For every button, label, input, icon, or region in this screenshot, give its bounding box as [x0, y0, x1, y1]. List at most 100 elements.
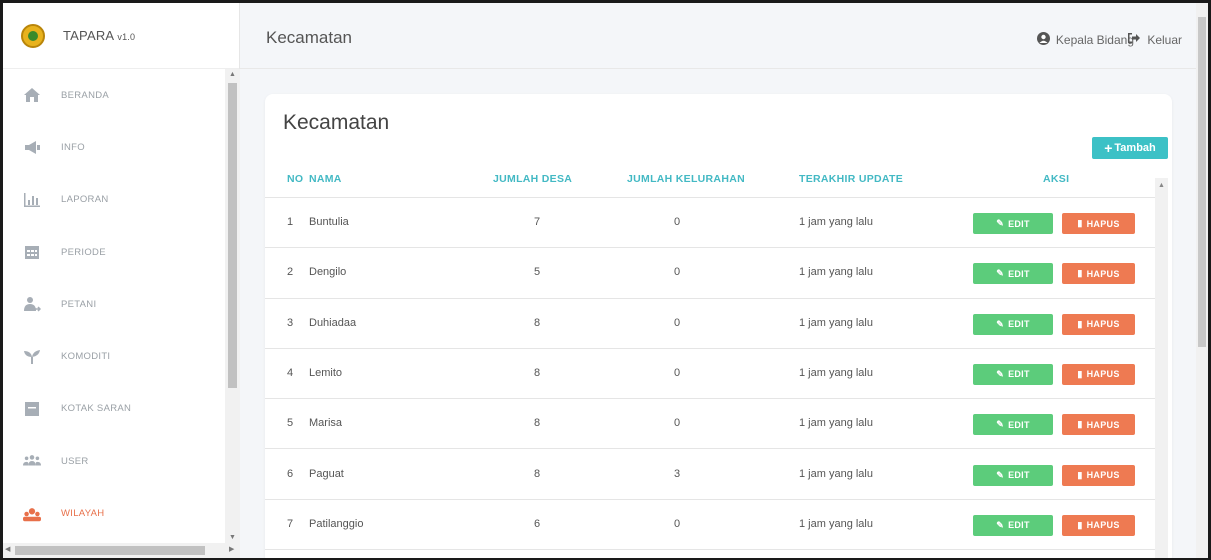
delete-label: HAPUS	[1086, 419, 1120, 430]
cell-jumlah-kelurahan: 0	[673, 517, 681, 530]
inbox-icon	[23, 400, 41, 418]
table-row: 1 Buntulia 7 0 1 jam yang lalu ✎ EDIT ▮ HA…	[265, 198, 1155, 249]
app-window: TAPARA v1.0 BERANDA INFO LAPORAN PERIODE…	[3, 3, 1208, 558]
edit-button[interactable]: ✎ EDIT	[973, 263, 1053, 285]
delete-label: HAPUS	[1086, 520, 1120, 531]
edit-icon: ✎	[996, 218, 1005, 228]
cell-nama: Lemito	[309, 366, 343, 379]
column-header-aksi: AKSI	[1043, 173, 1070, 185]
column-header-jumlah-desa[interactable]: JUMLAH DESA	[493, 173, 572, 185]
edit-button[interactable]: ✎ EDIT	[973, 464, 1053, 486]
edit-label: EDIT	[1008, 470, 1030, 480]
delete-button[interactable]: ▮ HAPUS	[1062, 514, 1135, 536]
column-header-jumlah-kelurahan[interactable]: JUMLAH KELURAHAN	[627, 173, 745, 185]
cell-jumlah-desa: 6	[533, 517, 541, 530]
edit-icon: ✎	[996, 268, 1005, 279]
sidebar-item-beranda[interactable]: BERANDA	[3, 69, 225, 121]
scroll-up-arrow-icon[interactable]: ▲	[229, 71, 236, 78]
cell-jumlah-kelurahan: 0	[673, 417, 681, 430]
edit-button[interactable]: ✎ EDIT	[973, 363, 1053, 385]
cell-nama: Marisa	[309, 417, 343, 430]
scroll-down-arrow-icon[interactable]: ▼	[229, 534, 236, 541]
cell-terakhir-update: 1 jam yang lalu	[799, 266, 873, 279]
table-vertical-scrollbar[interactable]: ▲	[1155, 178, 1168, 558]
sidebar-item-wilayah[interactable]: WILAYAH	[3, 487, 225, 539]
app-title: TAPARA v1.0	[63, 28, 135, 43]
column-header-no[interactable]: NO	[287, 173, 303, 185]
sidebar-item-periode[interactable]: PERIODE	[3, 226, 225, 278]
scroll-left-arrow-icon[interactable]: ◀	[5, 545, 10, 553]
delete-label: HAPUS	[1086, 268, 1120, 279]
edit-icon: ✎	[996, 469, 1005, 480]
cell-no: 4	[287, 366, 294, 379]
edit-button[interactable]: ✎ EDIT	[973, 414, 1053, 436]
sidebar-item-label: LAPORAN	[61, 194, 109, 206]
sidebar-item-label: PETANI	[61, 298, 97, 310]
cell-nama: Dengilo	[309, 266, 347, 279]
cell-jumlah-desa: 7	[533, 216, 541, 228]
cell-jumlah-desa: 8	[533, 366, 541, 379]
sidebar-item-label: USER	[61, 455, 89, 467]
delete-button[interactable]: ▮ HAPUS	[1062, 263, 1135, 285]
scroll-right-arrow-icon[interactable]: ▶	[229, 545, 234, 553]
table-row: 4 Lemito 8 0 1 jam yang lalu ✎ EDIT ▮ HAPU…	[265, 349, 1155, 400]
logout-label: Keluar	[1147, 32, 1182, 47]
sidebar-item-komoditi[interactable]: KOMODITI	[3, 330, 225, 382]
sidebar: TAPARA v1.0 BERANDA INFO LAPORAN PERIODE…	[3, 3, 240, 558]
cell-jumlah-desa: 8	[533, 467, 541, 480]
table-row: 7 Patilanggio 6 0 1 jam yang lalu ✎ EDIT …	[265, 500, 1155, 551]
table-row: 3 Duhiadaa 8 0 1 jam yang lalu ✎ EDIT ▮ HA…	[265, 299, 1155, 349]
cell-jumlah-kelurahan: 0	[673, 216, 681, 228]
sidebar-item-label: BERANDA	[61, 89, 110, 101]
kecamatan-card: Kecamatan + Tambah NO NAMA JUMLAH DESA J…	[265, 94, 1172, 558]
edit-button[interactable]: ✎ EDIT	[973, 313, 1053, 335]
bar-chart-icon	[23, 191, 41, 209]
column-header-nama[interactable]: NAMA	[309, 173, 342, 185]
sidebar-horizontal-scrollbar[interactable]: ◀ ▶	[3, 543, 240, 558]
page-vertical-scrollbar[interactable]	[1196, 3, 1208, 558]
delete-button[interactable]: ▮ HAPUS	[1062, 313, 1135, 335]
scrollbar-thumb[interactable]	[228, 83, 237, 388]
column-header-terakhir-update[interactable]: TERAKHIR UPDATE	[799, 173, 903, 185]
trash-icon: ▮	[1077, 218, 1083, 228]
cell-nama: Duhiadaa	[309, 316, 357, 329]
table-row: 6 Paguat 8 3 1 jam yang lalu ✎ EDIT ▮ HAPU…	[265, 450, 1155, 500]
edit-button[interactable]: ✎ EDIT	[973, 514, 1053, 536]
scrollbar-thumb[interactable]	[1198, 17, 1206, 347]
cell-jumlah-desa: 5	[533, 266, 541, 279]
home-icon	[23, 86, 41, 104]
trash-icon: ▮	[1077, 519, 1083, 530]
delete-button[interactable]: ▮ HAPUS	[1062, 363, 1135, 385]
cell-no: 5	[287, 417, 294, 430]
delete-button[interactable]: ▮ HAPUS	[1062, 464, 1135, 486]
cell-terakhir-update: 1 jam yang lalu	[799, 366, 873, 379]
brand[interactable]: TAPARA v1.0	[3, 3, 239, 69]
sidebar-item-info[interactable]: INFO	[3, 121, 225, 173]
cell-terakhir-update: 1 jam yang lalu	[799, 517, 873, 530]
cell-terakhir-update: 1 jam yang lalu	[799, 417, 873, 430]
user-menu[interactable]: Kepala Bidang	[1036, 32, 1134, 48]
sidebar-item-label: INFO	[61, 141, 85, 153]
delete-button[interactable]: ▮ HAPUS	[1062, 414, 1135, 436]
delete-button[interactable]: ▮ HAPUS	[1062, 213, 1135, 234]
delete-label: HAPUS	[1086, 319, 1120, 330]
edit-label: EDIT	[1008, 520, 1030, 531]
delete-label: HAPUS	[1086, 470, 1120, 480]
scroll-up-arrow-icon[interactable]: ▲	[1158, 182, 1165, 189]
sidebar-vertical-scrollbar[interactable]: ▲ ▼	[225, 69, 240, 543]
sidebar-item-kotak-saran[interactable]: KOTAK SARAN	[3, 383, 225, 435]
cell-terakhir-update: 1 jam yang lalu	[799, 316, 873, 329]
cell-jumlah-desa: 8	[533, 316, 541, 329]
trash-icon: ▮	[1077, 469, 1083, 480]
edit-label: EDIT	[1008, 319, 1030, 330]
sidebar-item-petani[interactable]: PETANI	[3, 278, 225, 330]
logout-link[interactable]: Keluar	[1127, 32, 1182, 47]
edit-button[interactable]: ✎ EDIT	[973, 213, 1053, 234]
sprout-icon	[23, 348, 41, 366]
cell-jumlah-kelurahan: 0	[673, 366, 681, 379]
sign-out-icon	[1127, 32, 1141, 47]
sidebar-item-user[interactable]: USER	[3, 435, 225, 487]
edit-label: EDIT	[1008, 218, 1030, 229]
sidebar-item-laporan[interactable]: LAPORAN	[3, 174, 225, 226]
scrollbar-thumb[interactable]	[15, 546, 205, 555]
